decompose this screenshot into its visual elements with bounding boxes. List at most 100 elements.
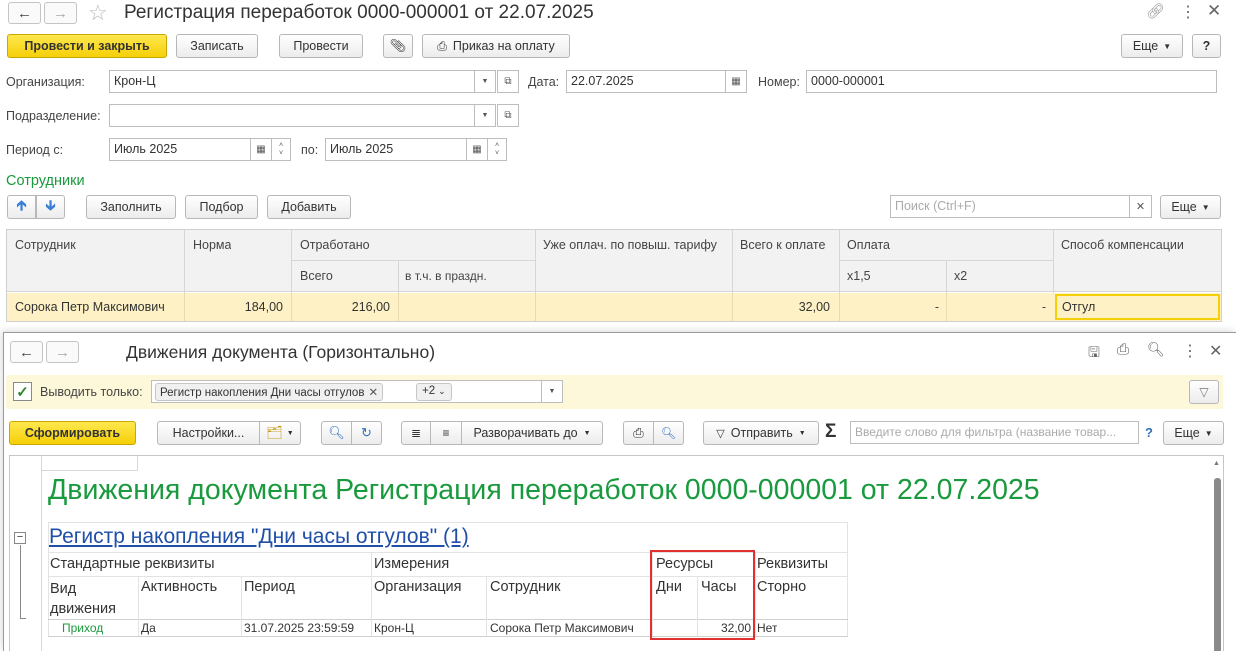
group-dimensions: Измерения [374,556,450,572]
employees-more-button[interactable]: Еще ▼ [1160,195,1221,219]
add-button[interactable]: Добавить [267,195,351,219]
print-button[interactable]: ⎙ [623,421,654,445]
preview-button[interactable]: 🔍︎ [653,421,684,445]
report-help-link[interactable]: ? [1145,425,1153,440]
cell-employee: Сорока Петр Максимович [490,621,634,635]
move-up-button[interactable]: 🡱︎ [7,195,36,219]
filter-tag[interactable]: Регистр накопления Дни часы отгулов ✕ [155,383,384,401]
print-icon[interactable]: ⎙ [1117,341,1129,358]
date-label: Дата: [528,75,560,89]
more-button[interactable]: Еще ▼ [1121,34,1183,58]
scrollbar-thumb[interactable] [1214,478,1221,651]
post-button[interactable]: Провести [279,34,363,58]
period-from-calendar-button[interactable]: ▦ [250,138,272,161]
print-order-button[interactable]: ⎙ Приказ на оплату [422,34,570,58]
search-input[interactable]: Поиск (Ctrl+F) [890,195,1130,218]
number-field[interactable]: 0000-000001 [806,70,1217,93]
date-calendar-button[interactable]: ▦ [725,70,747,93]
col-norm[interactable]: Норма [193,238,231,252]
remove-tag-icon[interactable]: ✕ [368,387,378,399]
arrow-up-icon: 🡱︎ [16,197,27,213]
chevron-down-icon: ▼ [583,429,591,437]
menu-dots-icon[interactable]: ⋮ [1180,2,1196,22]
move-down-button[interactable]: 🡳︎ [36,195,65,219]
col-compensation[interactable]: Способ компенсации [1061,238,1184,252]
col-employee: Сотрудник [490,579,561,595]
chevron-down-icon: ▼ [798,429,806,437]
forward-button[interactable]: → [44,2,77,24]
expand-to-button[interactable]: Разворачивать до ▼ [461,421,603,445]
close-icon[interactable]: ✕ [1207,1,1221,21]
period-to-field[interactable]: Июль 2025 [325,138,467,161]
cell-compensation[interactable]: Отгул [1055,294,1220,320]
find-button[interactable]: 🔍︎ [321,421,352,445]
report-filter-input[interactable]: Введите слово для фильтра (название това… [850,421,1139,444]
cell-worked-total[interactable]: 216,00 [300,300,390,314]
filter-funnel-button[interactable]: ▽ [1189,380,1219,404]
report-more-button[interactable]: Еще ▼ [1163,421,1224,445]
period-from-field[interactable]: Июль 2025 [109,138,251,161]
col-employee[interactable]: Сотрудник [15,238,76,252]
col-payment[interactable]: Оплата [847,238,890,252]
group-bracket [20,545,21,618]
scroll-up-icon[interactable]: ▲ [1213,460,1220,467]
settings-button[interactable]: Настройки... [157,421,260,445]
preview-icon[interactable]: 🔍︎ [1147,341,1165,358]
help-button[interactable]: ? [1192,34,1221,58]
col-worked-holiday[interactable]: в т.ч. в праздн. [405,269,487,283]
back-button[interactable]: ← [10,341,43,363]
group-attributes: Реквизиты [757,556,829,572]
chevron-down-icon: ▼ [481,78,489,85]
search-clear-button[interactable]: ✕ [1129,195,1152,218]
vertical-scrollbar[interactable]: ▲ [1212,460,1222,651]
period-to-calendar-button[interactable]: ▦ [466,138,488,161]
cell-norm[interactable]: 184,00 [193,300,283,314]
col-pay-x2[interactable]: x2 [954,269,967,283]
period-from-stepper[interactable]: ˄ ˅ [271,138,291,161]
expand-button[interactable]: ≡ [430,421,462,445]
cell-total-pay[interactable]: 32,00 [740,300,830,314]
resources-highlight [650,550,755,640]
dept-dropdown-button[interactable]: ▼ [474,104,496,127]
favorite-star-icon[interactable]: ☆ [88,0,108,26]
find-next-button[interactable]: ↻ [351,421,382,445]
back-button[interactable]: ← [8,2,41,24]
col-total-pay[interactable]: Всего к оплате [740,238,825,252]
period-to-stepper[interactable]: ˄ ˅ [487,138,507,161]
link-icon[interactable]: 🔗︎ [1146,2,1165,20]
cell-pay-x15[interactable]: - [847,300,939,314]
send-button[interactable]: ▽ Отправить ▼ [703,421,819,445]
cell-pay-x2[interactable]: - [954,300,1046,314]
pick-button[interactable]: Подбор [185,195,258,219]
forward-button[interactable]: → [46,341,79,363]
group-collapse-toggle[interactable]: − [14,532,26,544]
col-pay-x15[interactable]: x1,5 [847,269,871,283]
menu-dots-icon[interactable]: ⋮ [1182,341,1198,361]
col-worked-total[interactable]: Всего [300,269,333,283]
post-close-button[interactable]: Провести и закрыть [7,34,167,58]
date-field[interactable]: 22.07.2025 [566,70,726,93]
calendar-icon: ▦ [472,144,482,155]
org-field[interactable]: Крон-Ц [109,70,475,93]
dept-field[interactable] [109,104,475,127]
chevron-down-icon: ▼ [1201,202,1210,212]
org-dropdown-button[interactable]: ▼ [474,70,496,93]
sum-button[interactable]: Σ [825,421,836,443]
fill-button[interactable]: Заполнить [86,195,176,219]
filter-dropdown-button[interactable]: ▼ [541,380,563,403]
generate-button[interactable]: Сформировать [9,421,136,445]
attach-button[interactable]: 📎︎ [383,34,413,58]
variants-button[interactable]: 🗂︎ ▼ [259,421,301,445]
save-icon[interactable]: 🖫︎ [1088,342,1100,366]
col-already-paid[interactable]: Уже оплач. по повыш. тарифу [543,238,717,252]
org-open-button[interactable]: ⧉ [497,70,519,93]
collapse-button[interactable]: ≣ [401,421,431,445]
save-button[interactable]: Записать [176,34,258,58]
col-worked[interactable]: Отработано [300,238,370,252]
filter-checkbox[interactable]: ✓ [13,382,32,401]
filter-more-tag[interactable]: +2 ⌄ [416,383,452,401]
dept-open-button[interactable]: ⧉ [497,104,519,127]
close-icon[interactable]: ✕ [1209,341,1222,361]
calendar-icon: ▦ [256,144,266,155]
cell-employee[interactable]: Сорока Петр Максимович [15,300,165,314]
